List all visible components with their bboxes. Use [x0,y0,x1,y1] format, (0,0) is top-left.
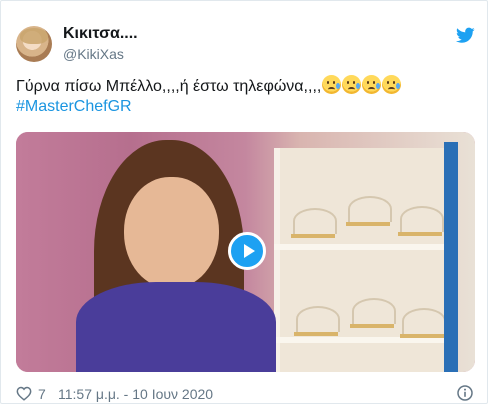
author-name[interactable]: Κικιτσα.... [63,25,138,43]
sad-but-relieved-face-icon [342,75,362,94]
tweet-text: Γύρνα πίσω Μπέλλο,,,,ή έστω τηλεφώνα,,,, [16,75,476,98]
sad-but-relieved-face-icon [362,75,382,94]
crown-image [294,302,340,336]
crown-image [291,204,337,238]
girl-shirt [76,282,276,372]
tweet-text-body: Γύρνα πίσω Μπέλλο,,,,ή έστω τηλεφώνα,,,, [16,78,322,95]
author-handle[interactable]: @KikiXas [63,46,124,62]
sad-but-relieved-face-icon [382,75,402,94]
play-icon[interactable] [228,232,266,270]
tweet-footer: 7 11:57 μ.μ. - 10 Ιουν 2020 [16,385,476,403]
twitter-bird-icon[interactable] [456,27,475,44]
crown-image [350,294,396,328]
blue-post [444,142,458,372]
avatar[interactable] [16,26,52,62]
hashtag-link[interactable]: #MasterChefGR [16,98,132,116]
heart-icon[interactable] [16,386,32,401]
crown-image [346,192,392,226]
crown-image [398,202,444,236]
video-thumbnail[interactable] [16,132,475,372]
sad-but-relieved-face-icon [322,75,342,94]
like-count[interactable]: 7 [38,386,46,402]
girl-face [124,177,219,289]
timestamp-link[interactable]: 11:57 μ.μ. - 10 Ιουν 2020 [58,386,213,402]
crown-image [400,304,446,338]
tweet-card[interactable]: Κικιτσα.... @KikiXas Γύρνα πίσω Μπέλλο,,… [0,0,488,404]
info-icon[interactable] [457,385,473,401]
shelf-board [274,244,450,250]
